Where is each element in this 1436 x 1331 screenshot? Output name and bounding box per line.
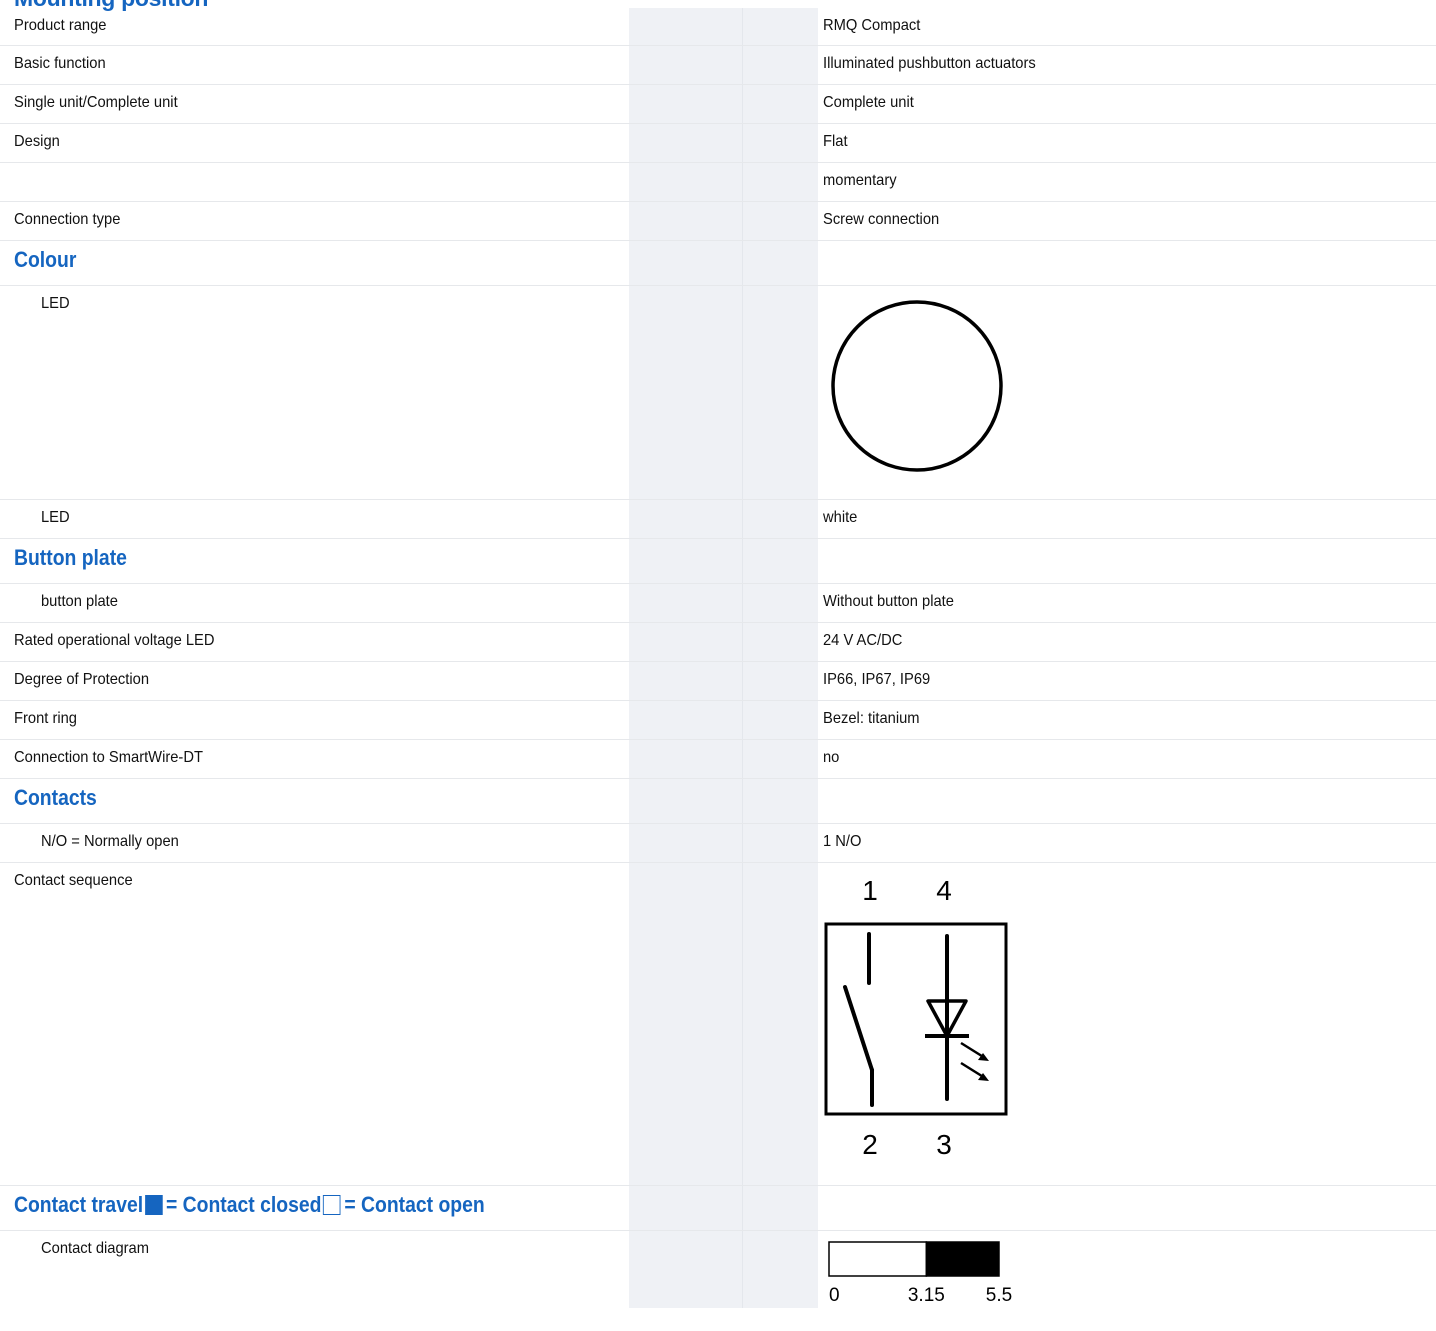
contact-travel-title: Contact travel [14, 1192, 144, 1217]
light-emission-arrows-icon [960, 1041, 989, 1081]
row-value: Without button plate [823, 593, 954, 610]
open-legend-text: = Contact open [344, 1192, 485, 1217]
table-row: momentary [0, 163, 1436, 202]
row-label: LED [41, 295, 70, 312]
travel-segment-open [828, 1241, 928, 1277]
row-label: Front ring [14, 710, 77, 727]
table-row: button plate Without button plate [0, 584, 1436, 623]
row-label: Connection type [14, 211, 121, 228]
open-legend-swatch [323, 1195, 341, 1215]
row-label: LED [41, 509, 70, 526]
terminal-label: 4 [936, 875, 952, 906]
section-title-button-plate: Button plate [14, 545, 127, 570]
table-row-contact-diagram: Contact diagram 0 3.15 5.5 [0, 1231, 1436, 1331]
table-row: Connection type Screw connection [0, 202, 1436, 241]
table-row: Basic function Illuminated pushbutton ac… [0, 46, 1436, 85]
table-row-contact-sequence: Contact sequence 1 4 2 3 [0, 863, 1436, 1186]
row-value: white [823, 509, 858, 526]
section-row-contacts: Contacts [0, 779, 1436, 824]
switch-blade-icon [843, 985, 874, 1072]
closed-legend-swatch [144, 1195, 163, 1215]
row-value: Complete unit [823, 94, 914, 111]
row-label: Rated operational voltage LED [14, 632, 215, 649]
terminal-label: 2 [862, 1129, 878, 1160]
table-row: LED white [0, 500, 1436, 539]
row-label: Degree of Protection [14, 671, 150, 688]
row-value: Bezel: titanium [823, 710, 920, 727]
section-row-contact-travel: Contact travel = Contact closed = Contac… [0, 1186, 1436, 1231]
terminal-label: 1 [862, 875, 878, 906]
table-row: Product range RMQ Compact [0, 8, 1436, 46]
row-value: Screw connection [823, 211, 940, 228]
row-label: N/O = Normally open [41, 833, 179, 850]
row-label: Single unit/Complete unit [14, 94, 178, 111]
table-row: Front ring Bezel: titanium [0, 701, 1436, 740]
row-value: IP66, IP67, IP69 [823, 671, 931, 688]
section-title-contact-travel: Contact travel = Contact closed = Contac… [14, 1192, 485, 1218]
table-row: Connection to SmartWire-DT no [0, 740, 1436, 779]
table-row: Rated operational voltage LED 24 V AC/DC [0, 623, 1436, 662]
row-label: Connection to SmartWire-DT [14, 749, 203, 766]
row-label: Product range [14, 17, 107, 34]
travel-tick-label: 5.5 [986, 1285, 1012, 1306]
table-row-led-image: LED [0, 286, 1436, 500]
section-row-button-plate: Button plate [0, 539, 1436, 584]
table-row: Design Flat [0, 124, 1436, 163]
row-label: Basic function [14, 55, 106, 72]
section-title-contacts: Contacts [14, 785, 97, 810]
travel-segment-closed [925, 1241, 1000, 1277]
terminal-label: 3 [936, 1129, 952, 1160]
contact-travel-diagram: 0 3.15 5.5 [828, 1241, 1012, 1306]
spec-table: Product range RMQ Compact Basic function… [0, 8, 1436, 1331]
travel-tick-label: 0 [829, 1285, 840, 1306]
row-value: momentary [823, 172, 897, 189]
row-value: no [823, 749, 840, 766]
row-label: Design [14, 133, 60, 150]
led-circle-icon [831, 300, 1003, 472]
housing-frame [824, 922, 1008, 1116]
contact-sequence-diagram: 1 4 2 3 [824, 875, 1008, 1160]
row-value: Illuminated pushbutton actuators [823, 55, 1036, 72]
row-value: RMQ Compact [823, 17, 921, 34]
closed-legend-text: = Contact closed [165, 1192, 322, 1217]
table-row: Single unit/Complete unit Complete unit [0, 85, 1436, 124]
row-label: Contact diagram [41, 1240, 149, 1257]
row-label: button plate [41, 593, 118, 610]
table-row: N/O = Normally open 1 N/O [0, 824, 1436, 863]
section-title-colour: Colour [14, 247, 77, 272]
travel-tick-label: 3.15 [908, 1285, 945, 1306]
table-row: Degree of Protection IP66, IP67, IP69 [0, 662, 1436, 701]
row-value: 24 V AC/DC [823, 632, 903, 649]
row-label: Contact sequence [14, 872, 133, 889]
row-value: 1 N/O [823, 833, 862, 850]
row-value: Flat [823, 133, 848, 150]
section-row-colour: Colour [0, 241, 1436, 286]
